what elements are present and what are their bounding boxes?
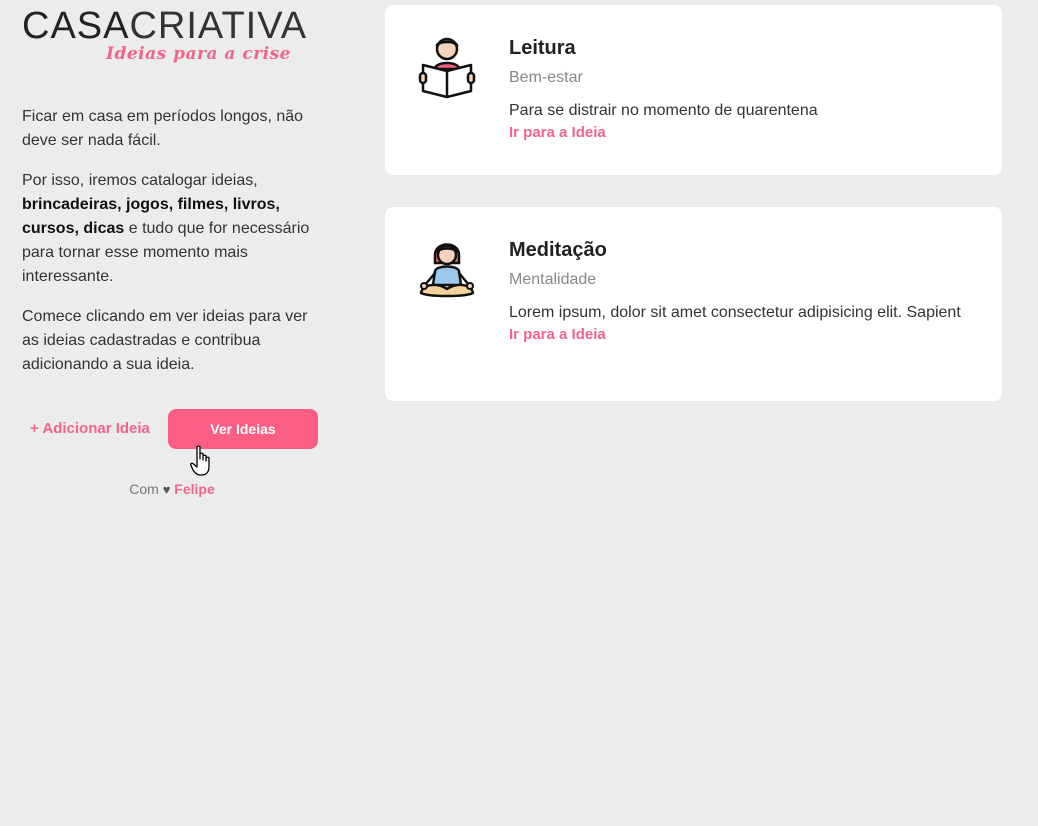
credits-author[interactable]: Felipe	[174, 481, 214, 497]
meditation-person-icon	[415, 237, 479, 301]
idea-description: Para se distrair no momento de quarenten…	[509, 102, 818, 119]
idea-title: Meditação	[509, 239, 607, 261]
logo-tagline: Ideias para a crise	[106, 44, 291, 64]
idea-title: Leitura	[509, 37, 576, 59]
go-to-idea-link[interactable]: Ir para a Ideia	[509, 123, 606, 143]
credits: Com ♥ Felipe	[22, 481, 322, 497]
logo-criativa: CRIATIVA	[129, 5, 308, 47]
hand-cursor-icon	[190, 445, 210, 476]
add-idea-link[interactable]: + Adicionar Ideia	[30, 420, 150, 437]
logo-text: CASACRIATIVA	[22, 6, 307, 46]
idea-category: Bem-estar	[509, 69, 583, 86]
intro-paragraph-1: Ficar em casa em períodos longos, não de…	[22, 108, 304, 149]
idea-card-body: Meditação Mentalidade Lorem ipsum, dolor…	[509, 237, 978, 345]
idea-card: Leitura Bem-estar Para se distrair no mo…	[385, 5, 1002, 175]
go-to-idea-link[interactable]: Ir para a Ideia	[509, 325, 606, 345]
reading-person-icon	[415, 35, 479, 99]
logo-casa: CASA	[22, 5, 130, 47]
actions: + Adicionar Ideia Ver Ideias	[22, 409, 322, 449]
intro-paragraph-2: Por isso, iremos catalogar ideias, brinc…	[22, 169, 322, 289]
view-ideas-button[interactable]: Ver Ideias	[168, 409, 318, 449]
idea-description: Lorem ipsum, dolor sit amet consectetur …	[509, 304, 961, 321]
credits-prefix: Com	[129, 481, 159, 497]
logo[interactable]: CASACRIATIVA Ideias para a crise	[22, 0, 322, 70]
idea-card-body: Leitura Bem-estar Para se distrair no mo…	[509, 35, 978, 143]
idea-category: Mentalidade	[509, 271, 597, 288]
idea-card: Meditação Mentalidade Lorem ipsum, dolor…	[385, 207, 1002, 401]
intro-p2-start: Por isso, iremos catalogar ideias,	[22, 172, 258, 189]
intro-text: Ficar em casa em períodos longos, não de…	[22, 105, 322, 393]
page: CASACRIATIVA Ideias para a crise Ficar e…	[0, 0, 1038, 826]
heart-icon: ♥	[162, 482, 171, 497]
intro-paragraph-3: Comece clicando em ver ideias para ver a…	[22, 308, 308, 373]
sidebar: CASACRIATIVA Ideias para a crise Ficar e…	[22, 0, 322, 497]
